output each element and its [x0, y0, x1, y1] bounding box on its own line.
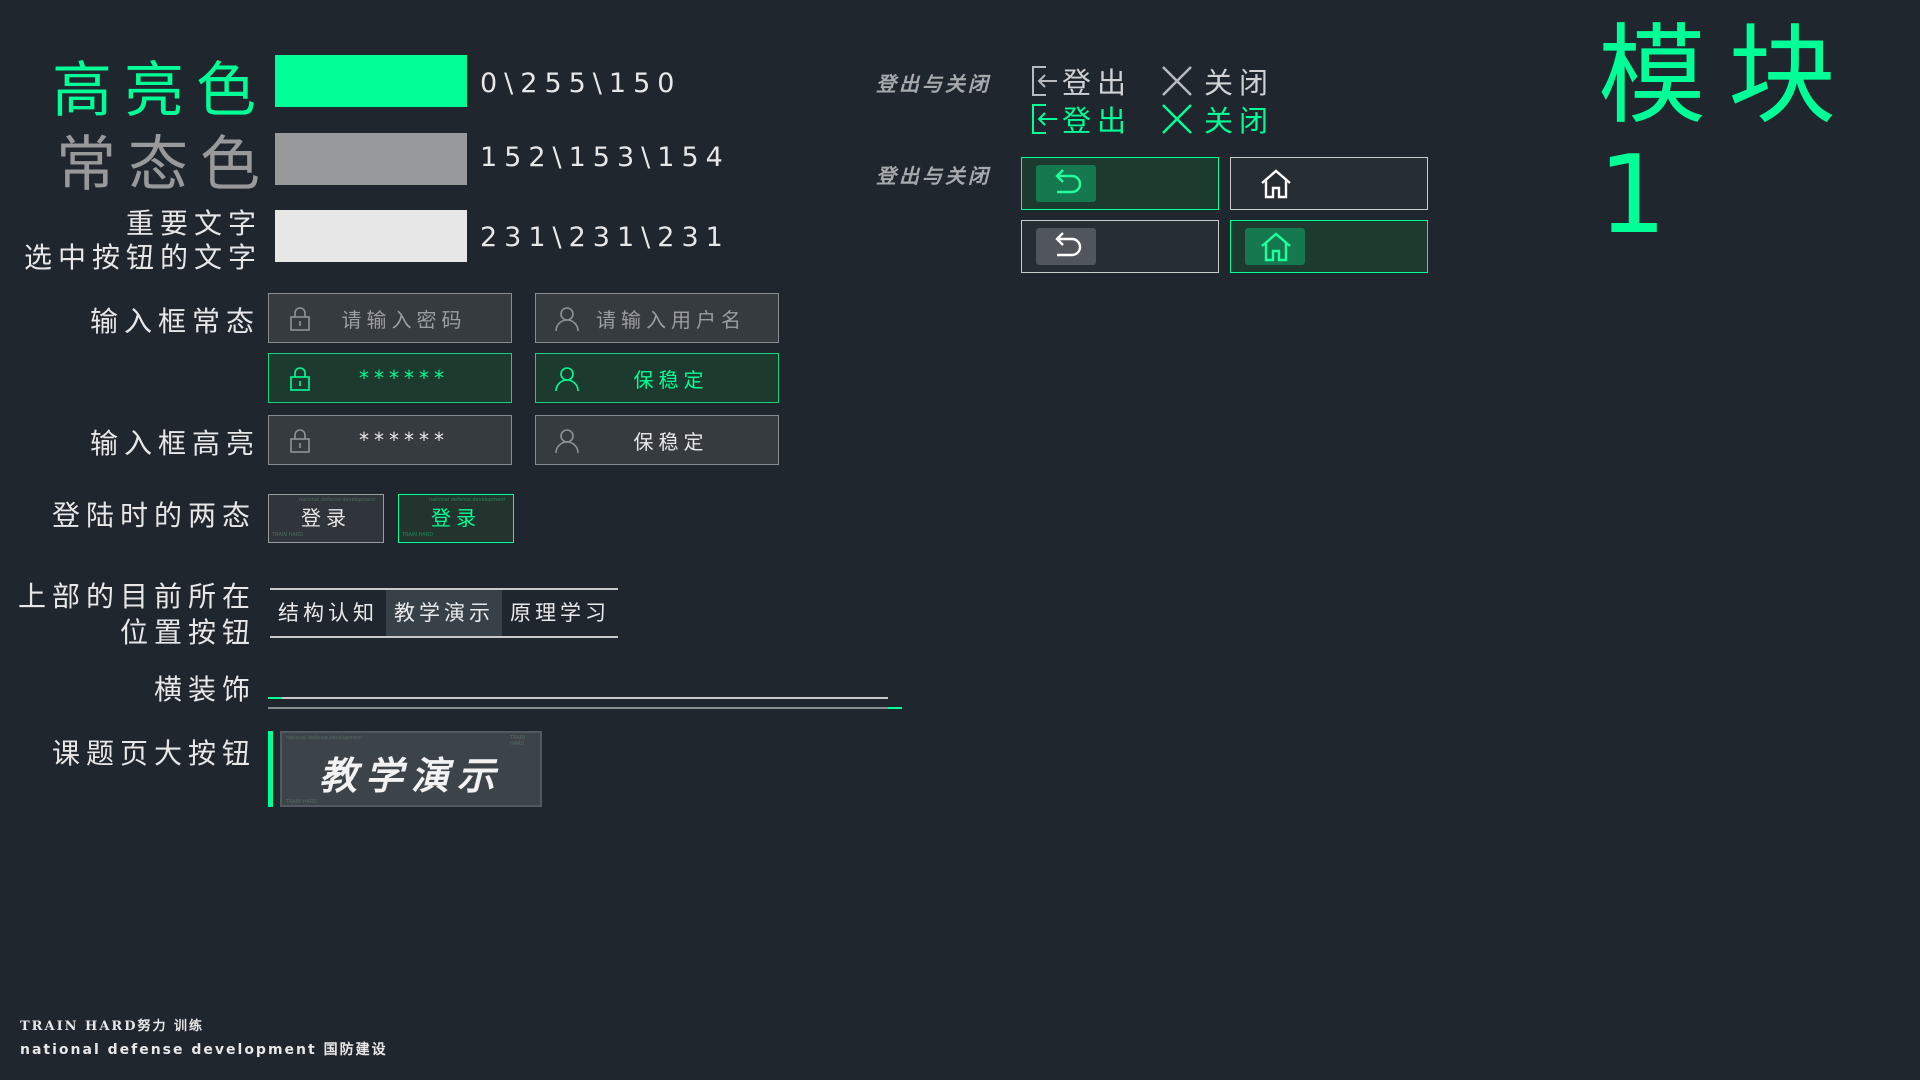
back-home-header: 登出与关闭: [876, 164, 991, 188]
close-icon: [1162, 66, 1192, 96]
lock-icon: [290, 307, 310, 331]
back-arrow-icon: [1055, 232, 1082, 257]
lock-icon: [290, 367, 310, 391]
decoration-accent-left: [268, 697, 282, 699]
module-title: 模块1: [1598, 14, 1859, 258]
normal-color-value: 152\153\154: [480, 142, 730, 173]
back-button-active[interactable]: [1021, 157, 1219, 210]
user-icon: [555, 367, 579, 392]
normal-color-swatch: [275, 133, 467, 185]
decoration-line-top: [268, 697, 888, 699]
login-tiny-top: national defense development: [299, 497, 376, 503]
topic-tiny-right: TRAIN HARD: [510, 735, 525, 747]
password-input-active[interactable]: ******: [268, 353, 512, 403]
login-button-label: 登录: [431, 506, 481, 530]
location-tabs: 结构认知 教学演示 原理学习: [270, 588, 618, 638]
password-input-filled[interactable]: ******: [268, 415, 512, 465]
logout-label: 登出: [1062, 66, 1133, 100]
footer-line1: TRAIN HARD努力 训练: [20, 1019, 205, 1034]
login-tiny-bottom: TRAIN HARD: [402, 532, 434, 538]
close-label: 关闭: [1204, 66, 1275, 100]
home-icon: [1261, 169, 1291, 199]
close-action-normal[interactable]: 关闭: [1160, 60, 1274, 102]
logout-icon: [1032, 66, 1057, 96]
decoration-label: 横装饰: [153, 673, 256, 706]
important-text-color-value: 231\231\231: [480, 222, 730, 253]
logout-action-normal[interactable]: 登出: [1030, 60, 1132, 102]
username-input-normal[interactable]: 请输入用户名: [535, 293, 779, 343]
logout-icon: [1032, 104, 1057, 134]
login-tiny-bottom: TRAIN HARD: [272, 532, 304, 538]
highlight-color-swatch: [275, 55, 467, 107]
home-button-active[interactable]: [1230, 220, 1428, 273]
home-button-normal[interactable]: [1230, 157, 1428, 210]
back-arrow-icon: [1055, 169, 1082, 194]
close-action-highlight[interactable]: 关闭: [1160, 98, 1274, 140]
username-input-filled[interactable]: 保稳定: [535, 415, 779, 465]
user-icon: [555, 307, 579, 332]
login-button-active[interactable]: 登录 national defense development TRAIN HA…: [398, 494, 514, 543]
important-text-label-line2: 选中按钮的文字: [23, 241, 262, 274]
close-label: 关闭: [1204, 104, 1275, 138]
tab-structure[interactable]: 结构认知: [270, 590, 386, 636]
topic-tiny-top: national defense development: [286, 735, 363, 741]
tab-teaching-demo[interactable]: 教学演示: [386, 590, 502, 636]
input-normal-label: 输入框常态: [89, 305, 260, 338]
back-button-normal[interactable]: [1021, 220, 1219, 273]
logout-label: 登出: [1062, 104, 1133, 138]
login-tiny-top: national defense development: [429, 497, 506, 503]
login-button-label: 登录: [301, 506, 351, 530]
tab-principle[interactable]: 原理学习: [502, 590, 618, 636]
logout-action-highlight[interactable]: 登出: [1030, 98, 1132, 140]
user-icon: [555, 429, 579, 454]
tabs-label-line2: 位置按钮: [119, 616, 256, 649]
normal-color-label: 常态色: [56, 130, 272, 200]
decoration-accent-right: [888, 707, 902, 709]
close-icon: [1162, 104, 1192, 134]
login-states-label: 登陆时的两态: [51, 499, 256, 532]
topic-button-text: 教学演示: [318, 754, 503, 798]
home-icon: [1261, 232, 1291, 262]
input-highlight-label: 输入框高亮: [89, 427, 260, 460]
login-button-normal[interactable]: 登录 national defense development TRAIN HA…: [268, 494, 384, 543]
lock-icon: [290, 429, 310, 453]
username-input-active[interactable]: 保稳定: [535, 353, 779, 403]
logout-close-header: 登出与关闭: [876, 72, 991, 96]
password-input-normal[interactable]: 请输入密码: [268, 293, 512, 343]
topic-button-label: 课题页大按钮: [51, 737, 256, 770]
important-text-color-swatch: [275, 210, 467, 262]
topic-button-accent: [268, 731, 273, 807]
tabs-label-line1: 上部的目前所在: [17, 580, 256, 613]
decoration-line-bottom: [268, 707, 902, 709]
topic-tiny-bottom: TRAIN HARD: [286, 799, 318, 805]
highlight-color-value: 0\255\150: [480, 68, 682, 99]
footer-line2: national defense development 国防建设: [20, 1042, 388, 1058]
topic-button[interactable]: 教学演示 national defense development TRAIN …: [280, 731, 542, 807]
